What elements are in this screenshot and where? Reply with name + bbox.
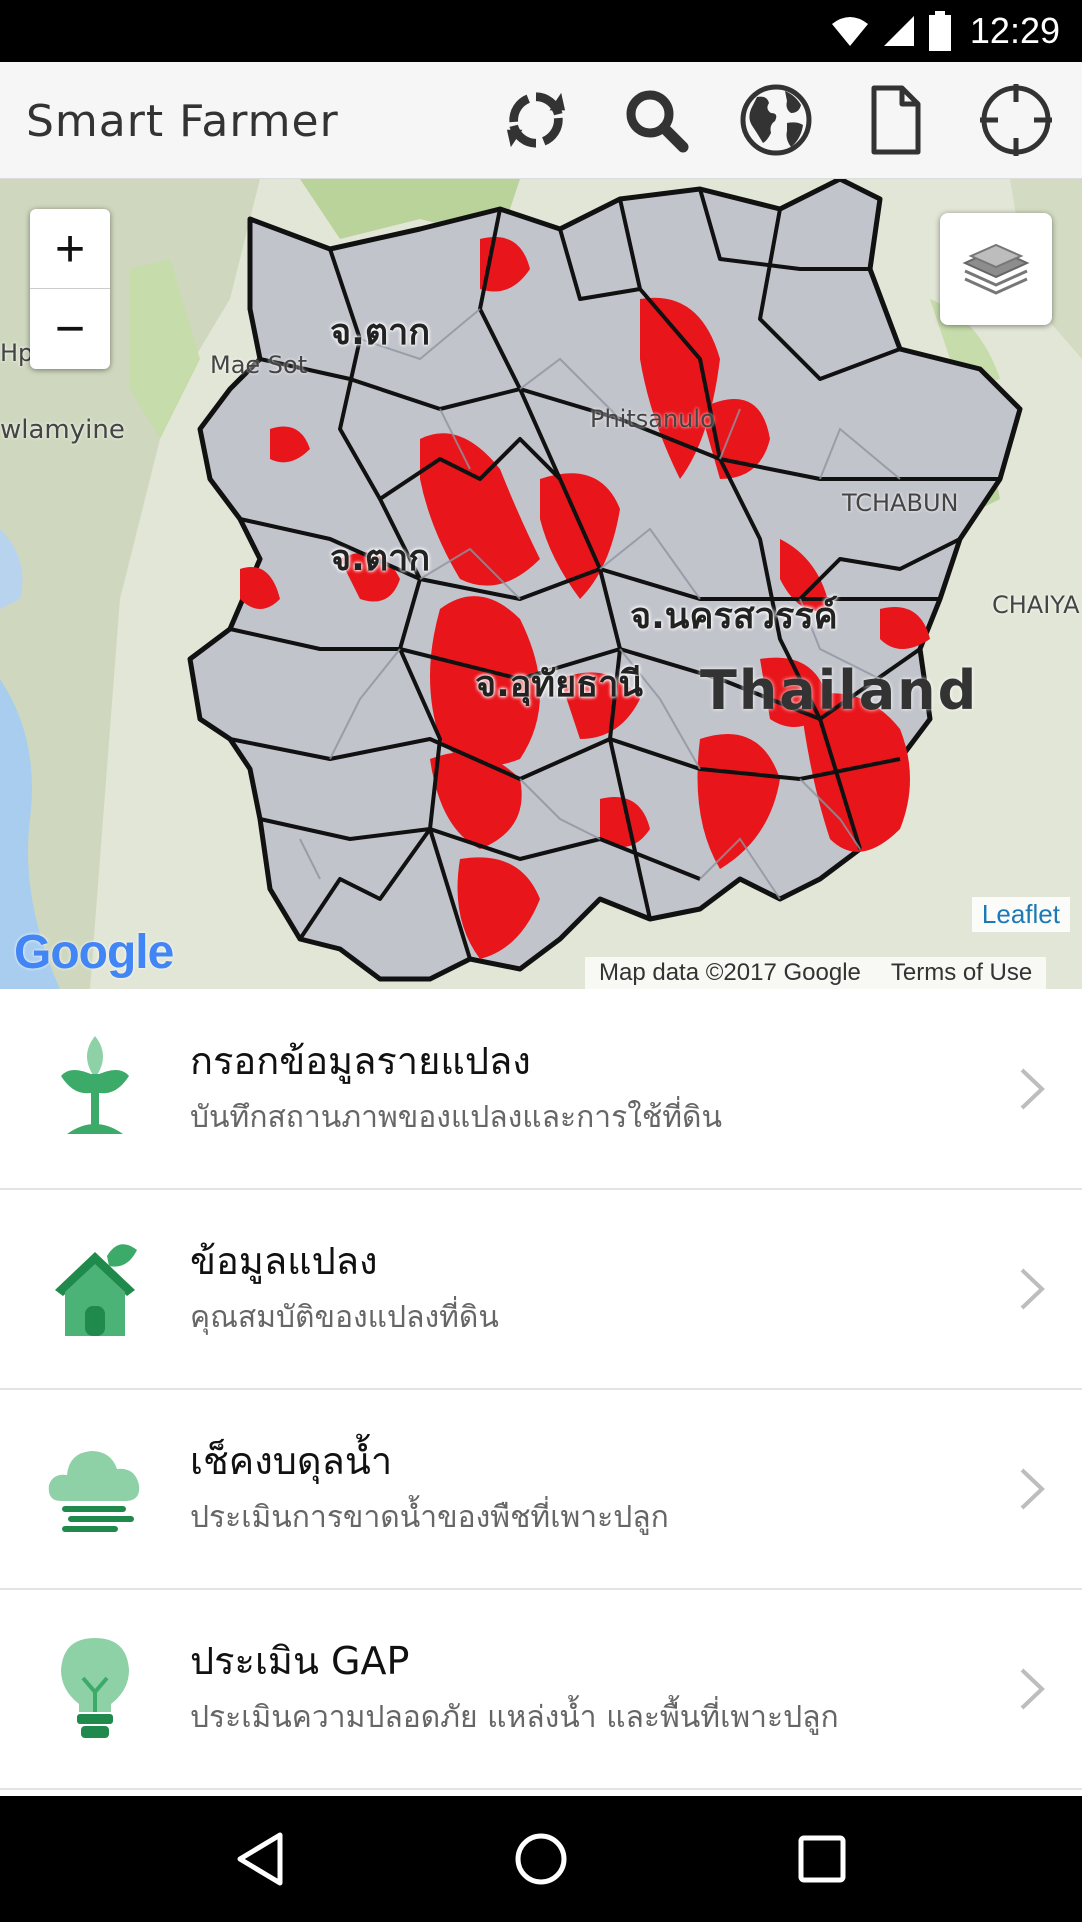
chevron-right-icon xyxy=(1020,1268,1045,1310)
label-tak-north: จ.ตาก xyxy=(330,312,431,353)
label-country: Thailand xyxy=(700,659,979,722)
home-icon xyxy=(515,1833,567,1885)
menu-item-gap-assessment[interactable]: ประเมิน GAP ประเมินความปลอดภัย แหล่งน้ำ … xyxy=(0,1590,1082,1790)
battery-icon xyxy=(928,11,951,51)
menu-icon-wrap xyxy=(40,1424,150,1554)
home-button[interactable] xyxy=(496,1814,586,1904)
label-mawlamyine: wlamyine xyxy=(0,415,125,445)
plant-icon xyxy=(61,1036,129,1134)
navigation-bar xyxy=(0,1796,1082,1922)
label-tak-south: จ.ตาก xyxy=(330,538,431,579)
back-button[interactable] xyxy=(215,1814,305,1904)
map-view[interactable]: จ.ตาก จ.ตาก จ.นครสวรรค์ จ.อุทัยธานี Thai… xyxy=(0,179,1082,989)
wifi-icon xyxy=(831,17,868,46)
layers-icon xyxy=(962,243,1030,295)
google-logo-text: Google xyxy=(14,926,174,979)
signal-icon xyxy=(883,16,914,46)
map-data-credit: Map data ©2017 Google xyxy=(599,959,861,986)
label-nakhon-sawan: จ.นครสวรรค์ xyxy=(630,596,838,637)
menu-title: ข้อมูลแปลง xyxy=(190,1239,378,1283)
layers-button[interactable] xyxy=(940,213,1052,325)
sync-button[interactable] xyxy=(496,80,576,160)
label-phitsanulok: Phitsanulo xyxy=(590,405,715,433)
status-icons: 12:29 xyxy=(830,10,1060,52)
menu-list: กรอกข้อมูลรายแปลง บันทึกสถานภาพของแปลงแล… xyxy=(0,990,1082,1790)
google-logo: Google xyxy=(14,925,174,980)
zoom-in-button[interactable]: + xyxy=(30,209,110,289)
house-icon xyxy=(55,1244,137,1336)
document-button[interactable] xyxy=(856,80,936,160)
app-title: Smart Farmer xyxy=(26,96,339,147)
back-icon xyxy=(237,1832,283,1886)
label-uthai-thani: จ.อุทัยธานี xyxy=(475,664,644,705)
menu-subtitle: คุณสมบัติของแปลงที่ดิน xyxy=(190,1300,499,1335)
document-icon xyxy=(871,85,921,155)
zoom-out-button[interactable]: − xyxy=(30,289,110,368)
crosshair-icon xyxy=(980,84,1052,156)
menu-item-plot-entry[interactable]: กรอกข้อมูลรายแปลง บันทึกสถานภาพของแปลงแล… xyxy=(0,990,1082,1190)
map-canvas[interactable] xyxy=(0,179,1082,989)
app-actions xyxy=(496,80,1056,160)
search-button[interactable] xyxy=(616,80,696,160)
menu-title: กรอกข้อมูลรายแปลง xyxy=(190,1039,531,1083)
menu-title: เช็คงบดุลน้ำ xyxy=(190,1439,393,1483)
leaflet-link[interactable]: Leaflet xyxy=(971,897,1070,932)
menu-subtitle: บันทึกสถานภาพของแปลงและการใช้ที่ดิน xyxy=(190,1100,723,1135)
chevron-right-icon xyxy=(1020,1468,1045,1510)
globe-icon xyxy=(740,84,812,156)
menu-item-water-balance[interactable]: เช็คงบดุลน้ำ ประเมินการขาดน้ำของพืชที่เพ… xyxy=(0,1390,1082,1590)
menu-icon-wrap xyxy=(40,1224,150,1354)
chevron-right-icon xyxy=(1020,1068,1045,1110)
status-time: 12:29 xyxy=(969,10,1060,51)
recents-button[interactable] xyxy=(777,1814,867,1904)
app-bar: Smart Farmer xyxy=(0,62,1082,179)
label-mae-sot: Mae Sot xyxy=(210,351,308,379)
lightbulb-icon xyxy=(61,1638,129,1738)
globe-button[interactable] xyxy=(736,80,816,160)
terms-link[interactable]: Terms of Use xyxy=(891,957,1032,989)
recents-icon xyxy=(798,1835,846,1883)
menu-subtitle: ประเมินความปลอดภัย แหล่งน้ำ และพื้นที่เพ… xyxy=(190,1700,839,1735)
search-icon xyxy=(626,90,689,153)
locate-button[interactable] xyxy=(976,80,1056,160)
label-phetchabun: TCHABUN xyxy=(842,489,959,517)
chevron-right-icon xyxy=(1020,1668,1045,1710)
menu-item-plot-info[interactable]: ข้อมูลแปลง คุณสมบัติของแปลงที่ดิน xyxy=(0,1190,1082,1390)
sync-icon xyxy=(506,92,566,148)
menu-subtitle: ประเมินการขาดน้ำของพืชที่เพาะปลูก xyxy=(190,1500,669,1535)
menu-icon-wrap xyxy=(40,1624,150,1754)
status-bar: 12:29 xyxy=(0,0,1082,62)
cloud-wind-icon xyxy=(48,1451,140,1532)
zoom-control: + − xyxy=(30,209,110,369)
menu-icon-wrap xyxy=(40,1024,150,1154)
menu-title: ประเมิน GAP xyxy=(190,1639,410,1683)
map-attribution: Map data ©2017 Google Terms of Use xyxy=(585,957,1047,989)
label-chaiya: CHAIYA xyxy=(992,591,1080,619)
